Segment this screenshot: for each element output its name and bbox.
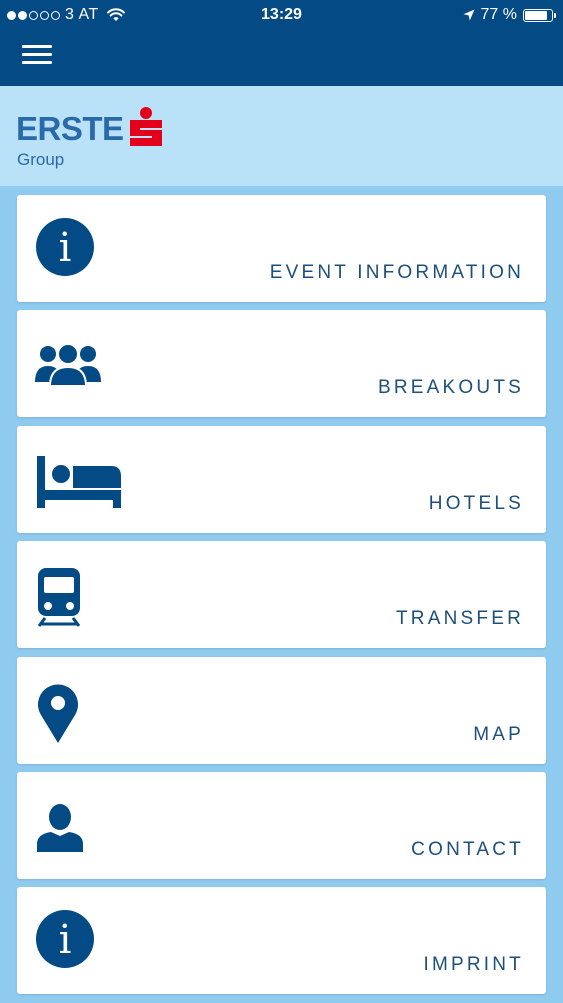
menu-item-label: CONTACT [411, 838, 524, 860]
info-icon: i [35, 909, 103, 973]
menu-item-label: EVENT INFORMATION [269, 262, 524, 283]
menu-item-contact[interactable]: CONTACT [17, 771, 546, 879]
person-icon [37, 803, 105, 868]
svg-text:i: i [59, 225, 72, 271]
location-pin-icon [37, 683, 105, 747]
erste-group-logo: ERSTE Group [16, 106, 166, 170]
info-icon: i [35, 217, 103, 281]
train-icon [37, 567, 105, 631]
menu-item-hotels[interactable]: HOTELS [17, 425, 546, 533]
logo-text: ERSTE [16, 110, 124, 147]
nav-bar [0, 30, 563, 86]
menu-item-label: TRANSFER [396, 608, 524, 630]
location-arrow-icon [463, 9, 475, 21]
menu-item-label: IMPRINT [423, 954, 524, 976]
logo-subtext: Group [17, 150, 65, 169]
erste-s-mark-icon [129, 107, 162, 146]
menu-item-label: MAP [473, 723, 524, 745]
menu-item-label: BREAKOUTS [378, 377, 524, 399]
menu-item-imprint[interactable]: i IMPRINT [17, 887, 546, 995]
menu-item-transfer[interactable]: TRANSFER [17, 541, 546, 649]
status-right: 77 % [463, 6, 556, 24]
menu-item-map[interactable]: MAP [17, 656, 546, 764]
hamburger-icon[interactable] [22, 45, 52, 67]
menu-item-label: HOTELS [428, 492, 524, 514]
main-menu: i EVENT INFORMATION BREAKOUTS HOTELS TRA… [17, 195, 546, 1003]
group-icon [35, 343, 103, 408]
menu-item-event-information[interactable]: i EVENT INFORMATION [17, 195, 546, 302]
menu-item-breakouts[interactable]: BREAKOUTS [17, 310, 546, 418]
bed-icon [37, 455, 121, 520]
battery-icon [523, 8, 556, 22]
status-bar: 3 AT 13:29 77 % [0, 0, 563, 30]
battery-percent: 77 % [480, 6, 517, 23]
logo-banner: ERSTE Group [0, 86, 563, 186]
svg-text:i: i [59, 917, 72, 963]
